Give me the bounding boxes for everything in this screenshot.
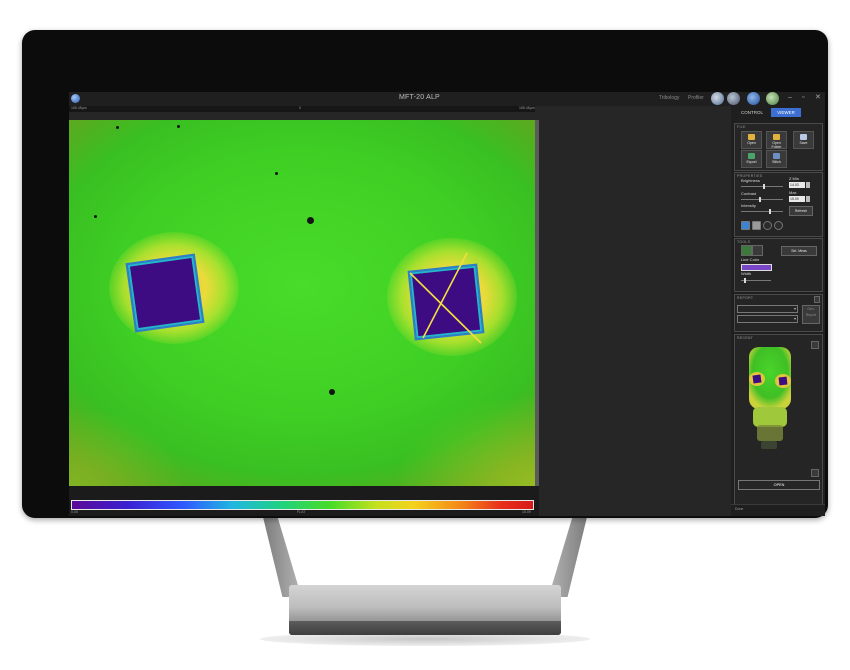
report-group: REPORT ▾ ▾ Gen. Report bbox=[734, 294, 823, 332]
colormap-circle-alt-icon[interactable] bbox=[774, 221, 783, 230]
contrast-knob[interactable] bbox=[759, 197, 761, 202]
recent-down-icon[interactable] bbox=[811, 469, 819, 477]
recent-group: RECENT OPEN bbox=[734, 334, 823, 511]
surface-image-viewport[interactable] bbox=[69, 120, 535, 486]
tab-tribology[interactable]: Tribology bbox=[659, 95, 679, 101]
zmax-label: Max bbox=[789, 190, 797, 195]
colorbar-max-label: 15.09 bbox=[522, 510, 531, 514]
width-knob[interactable] bbox=[744, 278, 746, 283]
zmax-input[interactable]: 15.09 bbox=[789, 196, 805, 202]
report-add-icon[interactable] bbox=[814, 296, 820, 303]
intensity-knob[interactable] bbox=[769, 209, 771, 214]
status-text: Done bbox=[735, 507, 744, 511]
width-slider[interactable] bbox=[741, 278, 771, 283]
right-control-panel: CONTROL VIEWER FILE Open Open Folder Sav… bbox=[731, 106, 825, 516]
contrast-label: Contrast bbox=[741, 191, 757, 196]
particle-dot bbox=[94, 215, 97, 218]
viewport-scroll-edge[interactable] bbox=[535, 120, 539, 486]
save-icon bbox=[800, 134, 807, 140]
tab-viewer[interactable]: VIEWER bbox=[771, 108, 801, 117]
colorbar-min-label: 0.00 bbox=[71, 510, 78, 514]
particle-dot bbox=[177, 125, 180, 128]
brightness-knob[interactable] bbox=[763, 184, 765, 189]
file-group-header: FILE bbox=[737, 125, 746, 129]
maximize-icon[interactable]: ▫ bbox=[802, 94, 804, 102]
chevron-down-icon: ▾ bbox=[793, 306, 796, 311]
tools-wrench-icon[interactable] bbox=[711, 92, 724, 105]
tab-control[interactable]: CONTROL bbox=[737, 108, 767, 117]
tools-group: TOOLS Sel. Meas Line Color Width bbox=[734, 238, 823, 292]
brightness-label: Brightness bbox=[741, 178, 760, 183]
close-icon[interactable]: ✕ bbox=[815, 94, 821, 102]
properties-group: PROPERTIES Brightness Contrast Intensity… bbox=[734, 172, 823, 237]
open-folder-icon bbox=[773, 134, 780, 140]
scale-ruler: 165.48µm 0 165.48µm bbox=[69, 106, 535, 112]
recent-group-header: RECENT bbox=[737, 336, 754, 340]
brightness-slider[interactable] bbox=[741, 184, 783, 189]
zmin-input[interactable]: 14.03 bbox=[789, 182, 805, 188]
ruler-right-label: 165.48µm bbox=[519, 106, 535, 110]
ruler-center-label: 0 bbox=[299, 106, 301, 110]
zmin-label: Z Min bbox=[789, 176, 799, 181]
colormap-gray-icon[interactable] bbox=[752, 221, 761, 230]
file-group: FILE Open Open Folder Save Export Stitch bbox=[734, 123, 823, 171]
particle-dot bbox=[116, 126, 119, 129]
open-button[interactable]: Open bbox=[741, 131, 762, 149]
window-title: MFT-20 ALP bbox=[399, 94, 440, 101]
save-button[interactable]: Save bbox=[793, 131, 814, 149]
report-template-dropdown[interactable]: ▾ bbox=[737, 305, 798, 313]
ruler-left-label: 165.48µm bbox=[71, 106, 87, 110]
folder-icon bbox=[748, 134, 755, 140]
minimize-icon[interactable]: – bbox=[788, 94, 792, 102]
cursor-tool-icon[interactable] bbox=[741, 245, 752, 256]
width-label: Width bbox=[741, 271, 752, 276]
line-color-label: Line Color bbox=[741, 257, 760, 262]
colorbar-center-label: FLAT bbox=[297, 510, 306, 514]
title-bar: MFT-20 ALP Tribology Profiler – ▫ ✕ bbox=[69, 92, 825, 106]
zmax-spinner[interactable] bbox=[806, 196, 810, 202]
export-icon bbox=[748, 153, 755, 159]
info-icon[interactable] bbox=[747, 92, 760, 105]
globe-icon[interactable] bbox=[766, 92, 779, 105]
chevron-down-icon: ▾ bbox=[793, 316, 796, 321]
recent-up-icon[interactable] bbox=[811, 341, 819, 349]
measure-tool-icon[interactable] bbox=[752, 245, 763, 256]
tab-profiler[interactable]: Profiler bbox=[688, 95, 704, 101]
zmin-spinner[interactable] bbox=[806, 182, 810, 188]
tools-group-header: TOOLS bbox=[737, 240, 751, 244]
intensity-slider[interactable] bbox=[741, 209, 783, 214]
colormap-circle-icon[interactable] bbox=[763, 221, 772, 230]
stitch-icon bbox=[773, 153, 780, 159]
refresh-button[interactable]: Refresh bbox=[789, 206, 813, 216]
export-button[interactable]: Export bbox=[741, 150, 762, 168]
colormap-rainbow-icon[interactable] bbox=[741, 221, 750, 230]
color-scale-area: 0.00 FLAT 15.09 bbox=[69, 486, 539, 516]
recent-thumbnail[interactable] bbox=[741, 345, 799, 465]
particle-dot bbox=[329, 389, 335, 395]
line-color-swatch[interactable] bbox=[741, 264, 772, 271]
monitor-bezel: MFT-20 ALP Tribology Profiler – ▫ ✕ 165.… bbox=[22, 30, 828, 518]
generate-report-button[interactable]: Gen. Report bbox=[802, 305, 820, 324]
settings-gear-icon[interactable] bbox=[727, 92, 740, 105]
particle-dot bbox=[307, 217, 314, 224]
diagonal-line-1[interactable] bbox=[409, 272, 482, 344]
diagonal-line-2[interactable] bbox=[422, 252, 468, 339]
report-format-dropdown[interactable]: ▾ bbox=[737, 315, 798, 323]
contrast-slider[interactable] bbox=[741, 197, 783, 202]
stitch-button[interactable]: Stitch bbox=[766, 150, 787, 168]
height-color-scale bbox=[71, 500, 534, 510]
status-bar: Done bbox=[731, 504, 825, 516]
lock-measure-button[interactable]: Sel. Meas bbox=[781, 246, 817, 256]
open-folder-button[interactable]: Open Folder bbox=[766, 131, 787, 149]
app-window: MFT-20 ALP Tribology Profiler – ▫ ✕ 165.… bbox=[69, 92, 825, 516]
recent-open-button[interactable]: OPEN bbox=[738, 480, 820, 490]
intensity-label: Intensity bbox=[741, 203, 756, 208]
report-group-header: REPORT bbox=[737, 296, 754, 300]
app-logo-icon[interactable] bbox=[71, 94, 80, 103]
measurement-lines[interactable] bbox=[69, 120, 535, 486]
monitor-stand-base bbox=[289, 585, 561, 635]
particle-dot bbox=[275, 172, 278, 175]
